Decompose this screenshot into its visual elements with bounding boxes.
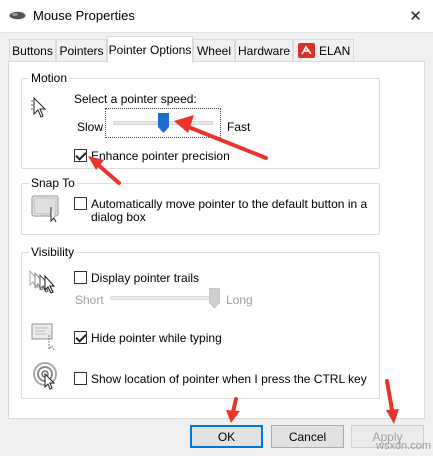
hide-pointer-icon <box>31 323 55 350</box>
enhance-precision-checkbox[interactable] <box>74 149 87 162</box>
window-title: Mouse Properties <box>33 8 135 23</box>
visibility-group-label: Visibility <box>29 245 77 259</box>
ok-button[interactable]: OK <box>190 425 263 448</box>
trail-length-slider-track[interactable] <box>110 296 214 300</box>
snap-to-label-line2: dialog box <box>91 210 146 224</box>
enhance-precision-label: Enhance pointer precision <box>91 149 230 163</box>
slow-label: Slow <box>77 120 104 134</box>
trail-long-label: Long <box>226 293 253 307</box>
cancel-button[interactable]: Cancel <box>271 425 344 448</box>
tab-pointer-options[interactable]: Pointer Options <box>107 36 193 63</box>
tab-label: Pointer Options <box>108 43 192 57</box>
pointer-trails-label: Display pointer trails <box>91 271 200 285</box>
tab-buttons[interactable]: Buttons <box>9 39 56 61</box>
fast-label: Fast <box>227 120 251 134</box>
close-icon: ✕ <box>409 8 422 25</box>
title-bar: Mouse Properties ✕ <box>0 0 433 32</box>
speed-slider-thumb[interactable] <box>157 113 169 133</box>
pointer-speed-label: Select a pointer speed: <box>74 92 197 106</box>
show-location-checkbox[interactable] <box>74 372 87 385</box>
pointer-trails-icon <box>29 269 56 294</box>
motion-group-label: Motion <box>29 71 70 85</box>
mouse-icon <box>9 11 26 20</box>
pointer-speed-icon <box>31 96 47 118</box>
snap-to-group-label: Snap To <box>29 176 77 190</box>
trail-length-slider-thumb[interactable] <box>208 288 220 308</box>
show-location-icon <box>33 362 57 390</box>
snap-to-label-line1: Automatically move pointer to the defaul… <box>91 197 368 211</box>
tab-label: Buttons <box>12 43 53 58</box>
elan-logo-icon <box>298 43 315 58</box>
watermark: wsxdn.com <box>376 440 432 452</box>
tab-label: ELAN <box>319 43 351 58</box>
tab-label: Wheel <box>196 43 231 58</box>
close-button[interactable]: ✕ <box>398 0 433 32</box>
tab-label: Pointers <box>59 43 104 58</box>
snap-to-checkbox[interactable] <box>74 197 87 210</box>
tab-label: Hardware <box>237 43 291 58</box>
snap-to-default-button-icon <box>31 195 59 222</box>
tab-elan[interactable]: ELAN <box>293 39 354 61</box>
tab-hardware[interactable]: Hardware <box>235 39 293 61</box>
tab-wheel[interactable]: Wheel <box>193 39 235 61</box>
trail-short-label: Short <box>75 293 104 307</box>
pointer-trails-checkbox[interactable] <box>74 271 87 284</box>
hide-pointer-label: Hide pointer while typing <box>91 331 222 345</box>
hide-pointer-checkbox[interactable] <box>74 331 87 344</box>
show-location-label: Show location of pointer when I press th… <box>91 372 367 386</box>
tab-pointers[interactable]: Pointers <box>56 39 107 61</box>
